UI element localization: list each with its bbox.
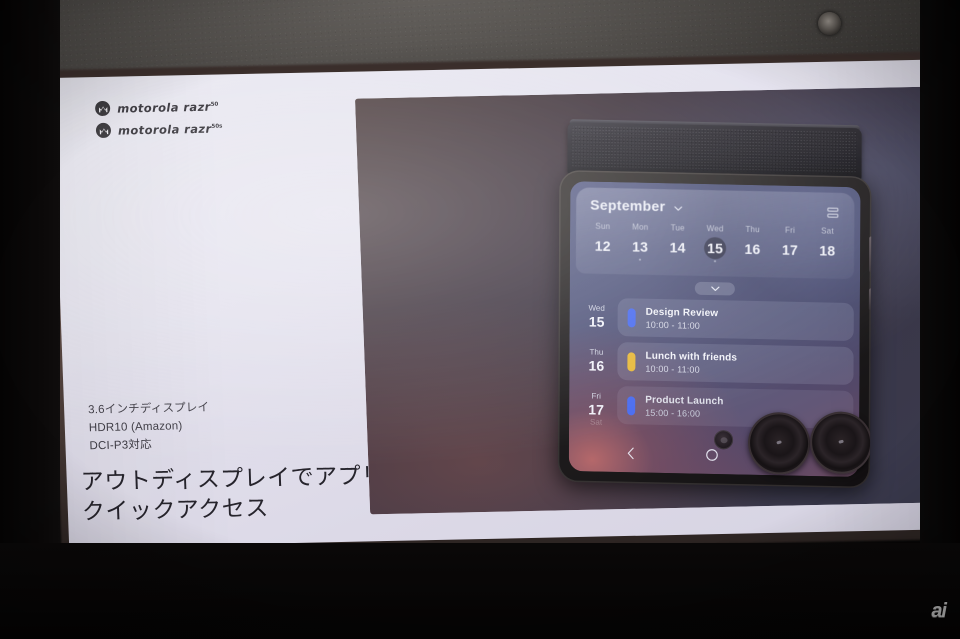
spec-line: DCI-P3対応 [89,438,153,452]
day-of-week-label: Sun [595,221,611,231]
back-icon[interactable] [625,446,637,465]
event-row[interactable]: Thu 16 Lunch with friends 10:00 - 11:00 [575,341,854,385]
ceiling-sensor-icon [818,12,841,35]
week-day-wed-selected[interactable]: Wed 15 [696,224,734,263]
day-of-week-label: Fri [785,225,796,235]
room-bottom-dark [0,543,960,639]
logo-row-razr-50: motorola razr50 [94,98,222,117]
day-number: 14 [669,239,686,256]
day-of-week-label: Wed [706,224,724,234]
camera-lens-main [747,411,811,476]
slide-headline: アウトディスプレイでアプリにクイックアクセス [80,461,409,525]
logo-word: motorola razr [117,121,212,138]
event-dow: Thu [589,347,604,357]
volume-button[interactable] [868,288,872,311]
event-day-number: 16 [588,357,605,374]
logo-row-razr-50s: motorola razr50s [95,120,223,139]
event-date-block: Fri 17 [575,391,617,418]
event-day-number: 17 [588,401,604,418]
day-number: 12 [594,237,611,254]
partial-next-day-label: Sat [590,417,603,427]
day-of-week-label: Thu [745,224,760,235]
photo-scene: motorola razr50 motorola razr50s 3.6インチデ… [0,0,960,639]
power-button[interactable] [869,236,872,273]
razr-phone-render: September Sun 12 Mon 13 Tue 14 Wed 15 Th… [557,119,872,489]
camera-cluster [714,402,872,479]
agenda-bar [827,207,839,212]
calendar-header: September Sun 12 Mon 13 Tue 14 Wed 15 Th… [575,187,855,280]
event-dow: Fri [591,391,601,401]
event-card[interactable]: Lunch with friends 10:00 - 11:00 [617,342,854,385]
week-day-tue[interactable]: Tue 14 [659,223,697,262]
camera-lens-secondary [809,411,872,475]
week-strip: Sun 12 Mon 13 Tue 14 Wed 15 Thu 16 Fri 1… [584,221,846,264]
event-row[interactable]: Wed 15 Design Review 10:00 - 11:00 [576,297,854,342]
event-card[interactable]: Design Review 10:00 - 11:00 [617,298,854,342]
day-of-week-label: Sat [821,226,834,236]
day-number: 13 [632,238,649,255]
home-icon[interactable] [705,447,719,466]
presentation-slide: motorola razr50 motorola razr50s 3.6インチデ… [52,58,960,548]
product-image-panel: September Sun 12 Mon 13 Tue 14 Wed 15 Th… [354,85,960,515]
day-of-week-label: Mon [632,222,649,232]
week-day-sun[interactable]: Sun 12 [584,221,622,260]
day-number: 16 [744,240,761,258]
week-day-sat[interactable]: Sat 18 [809,226,847,265]
motorola-batwing-icon [95,122,112,139]
week-day-mon[interactable]: Mon 13 [621,222,659,261]
event-color-chip [627,307,636,327]
event-time: 10:00 - 11:00 [645,363,700,375]
expand-calendar-chevron-down-icon[interactable] [694,281,735,296]
calendar-month-label[interactable]: September [590,197,665,215]
agenda-view-icon[interactable] [823,202,842,221]
logo-text-razr-50: motorola razr50 [117,99,219,115]
day-number: 15 [703,236,727,260]
event-time: 15:00 - 16:00 [645,407,701,419]
week-day-fri[interactable]: Fri 17 [771,225,809,264]
event-date-block: Wed 15 [576,303,618,330]
motorola-batwing-icon [94,100,111,117]
event-color-chip [627,395,636,415]
event-dot-icon [713,260,716,263]
week-day-thu[interactable]: Thu 16 [734,225,772,264]
chevron-down-icon[interactable] [673,203,683,213]
day-of-week-label: Tue [670,223,685,233]
event-day-number: 15 [588,313,605,330]
logo-text-razr-50s: motorola razr50s [118,121,223,137]
spec-list: 3.6インチディスプレイ HDR10 (Amazon) DCI-P3対応 [88,400,211,456]
event-title: Product Launch [645,394,724,407]
event-title: Design Review [645,306,719,319]
event-time: 10:00 - 11:00 [645,319,701,331]
event-title: Lunch with friends [645,350,738,364]
flash-sensor-icon [714,430,734,450]
projection-screen: motorola razr50 motorola razr50s 3.6インチデ… [43,50,960,558]
day-number: 18 [819,242,836,259]
day-number: 17 [781,241,798,258]
event-color-chip [627,351,636,371]
logo-word: motorola razr [116,99,211,116]
brand-logos: motorola razr50 motorola razr50s [94,98,223,145]
logo-superscript: 50s [211,123,223,130]
phone-lower-body: September Sun 12 Mon 13 Tue 14 Wed 15 Th… [557,169,872,489]
watermark: ai [931,600,947,622]
logo-superscript: 50 [210,101,219,108]
event-dow: Wed [588,303,605,313]
event-date-block: Thu 16 [575,347,617,374]
agenda-bar [827,213,839,218]
spec-line: 3.6インチディスプレイ [87,401,210,417]
event-dot-icon [639,258,642,261]
